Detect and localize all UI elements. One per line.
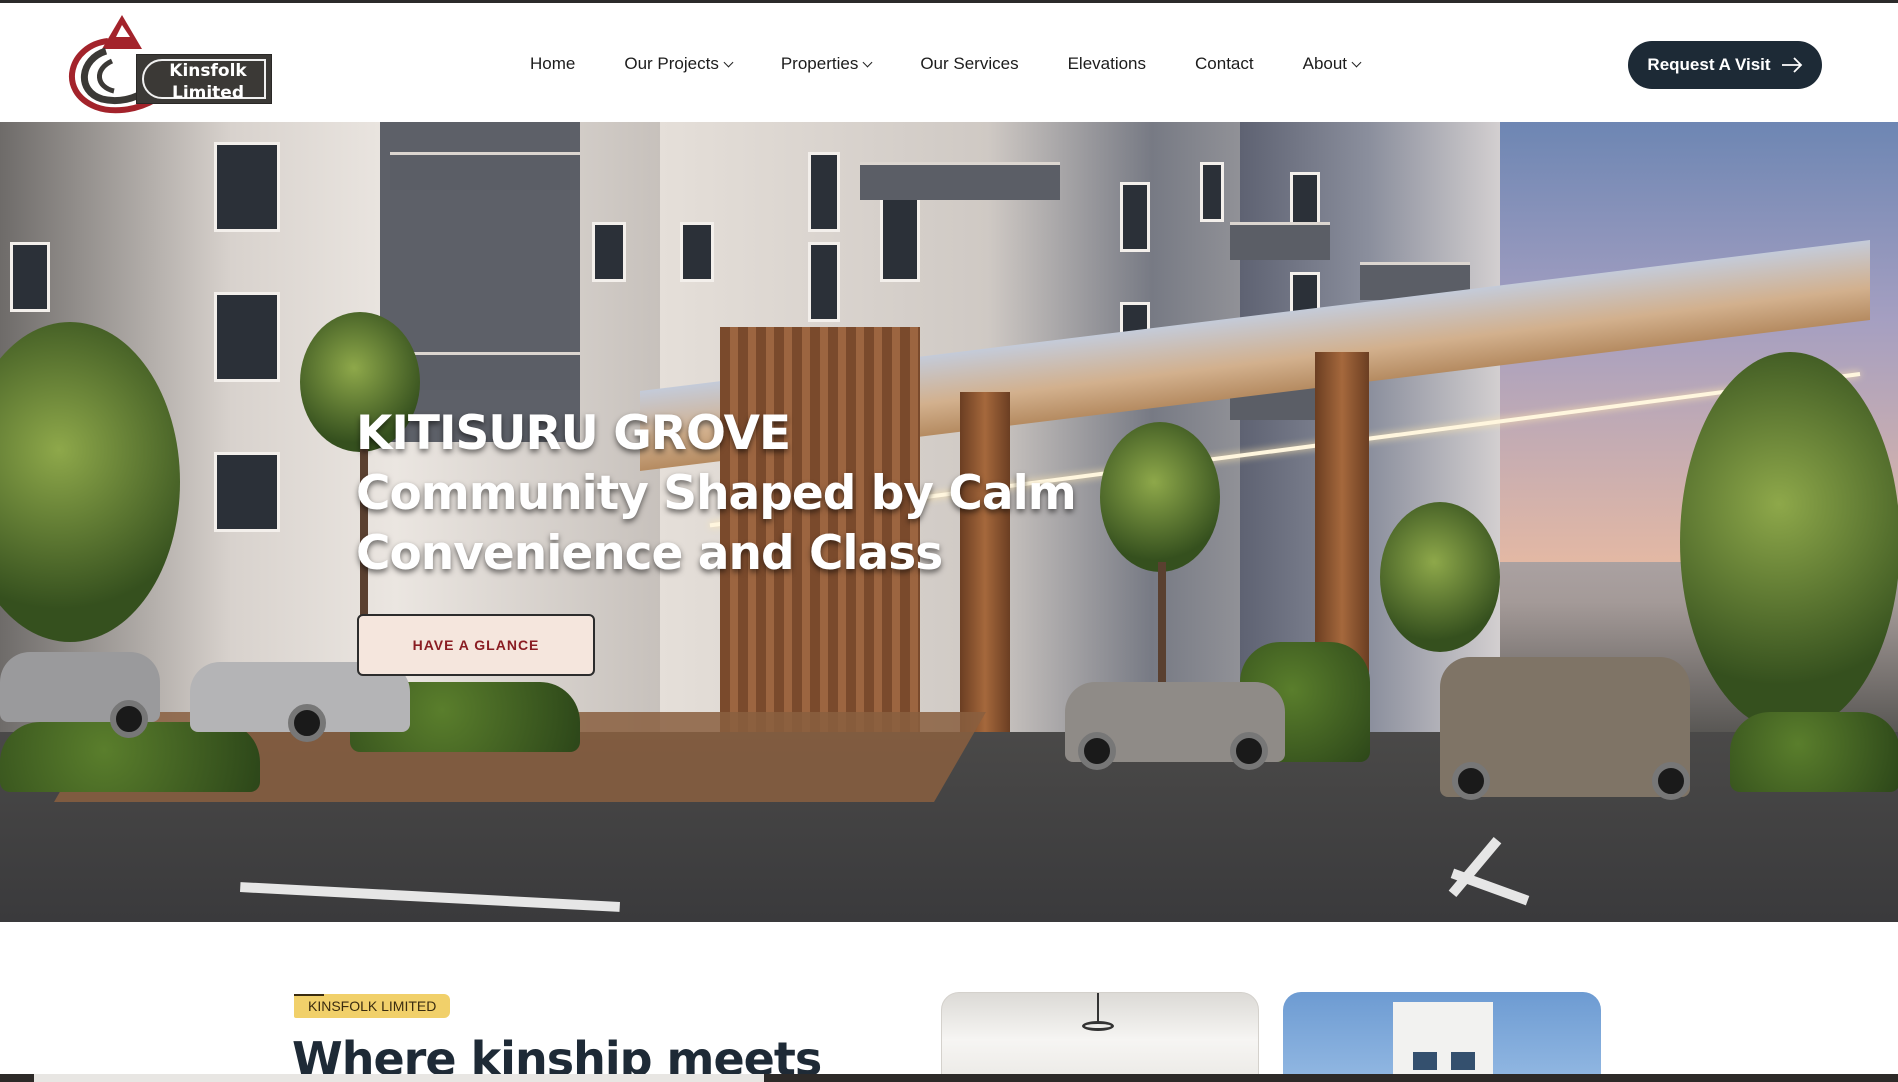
hero-title-line2: Community Shaped by Calm xyxy=(356,466,1077,521)
hero-title-line3: Convenience and Class xyxy=(356,526,943,581)
hero-section: KITISURU GROVE Community Shaped by Calm … xyxy=(0,122,1898,922)
nav-item-label: Properties xyxy=(780,54,859,73)
nav-item-label: Contact xyxy=(1195,54,1254,73)
main-nav: Home Our Projects Properties Our Service… xyxy=(530,49,1362,79)
logo-text-line2: Limited xyxy=(171,83,245,103)
nav-item-label: Our Projects xyxy=(624,54,719,73)
bottom-scrollbar[interactable] xyxy=(0,1074,1898,1082)
logo-text: Kinsfolk Limited xyxy=(150,60,266,104)
nav-item-elevations[interactable]: Elevations xyxy=(1068,54,1146,74)
nav-item-home[interactable]: Home xyxy=(530,54,575,74)
nav-item-label: Home xyxy=(530,54,576,73)
nav-item-label: Elevations xyxy=(1067,54,1147,73)
nav-item-label: Our Services xyxy=(920,54,1019,73)
arrow-right-icon xyxy=(1781,57,1802,73)
have-a-glance-button[interactable]: HAVE A GLANCE xyxy=(357,614,595,676)
section-tag: KINSFOLK LIMITED xyxy=(294,994,451,1018)
site-header: Kinsfolk Limited Home Our Projects Prope… xyxy=(0,3,1898,122)
scrollbar-thumb[interactable] xyxy=(34,1074,764,1082)
nav-item-about[interactable]: About xyxy=(1302,54,1362,74)
chevron-down-icon xyxy=(723,57,734,67)
nav-item-our-services[interactable]: Our Services xyxy=(920,54,1018,74)
pendant-lamp-icon xyxy=(1082,1021,1114,1031)
brand-logo[interactable]: Kinsfolk Limited xyxy=(60,11,276,117)
image-card-interior[interactable] xyxy=(941,992,1259,1082)
nav-item-properties[interactable]: Properties xyxy=(780,54,873,74)
nav-item-label: About xyxy=(1302,54,1348,73)
image-card-building[interactable] xyxy=(1283,992,1601,1082)
chevron-down-icon xyxy=(1351,57,1362,67)
chevron-down-icon xyxy=(862,57,873,67)
request-visit-button[interactable]: Request A Visit xyxy=(1628,41,1822,89)
hero-title: KITISURU GROVE Community Shaped by Calm … xyxy=(356,404,1077,584)
request-visit-label: Request A Visit xyxy=(1647,55,1771,74)
logo-text-line1: Kinsfolk xyxy=(169,61,247,81)
nav-item-our-projects[interactable]: Our Projects xyxy=(624,54,734,74)
intro-section: KINSFOLK LIMITED Where kinship meets xyxy=(0,922,1898,1082)
hero-title-line1: KITISURU GROVE xyxy=(356,406,791,461)
nav-item-contact[interactable]: Contact xyxy=(1195,54,1254,74)
